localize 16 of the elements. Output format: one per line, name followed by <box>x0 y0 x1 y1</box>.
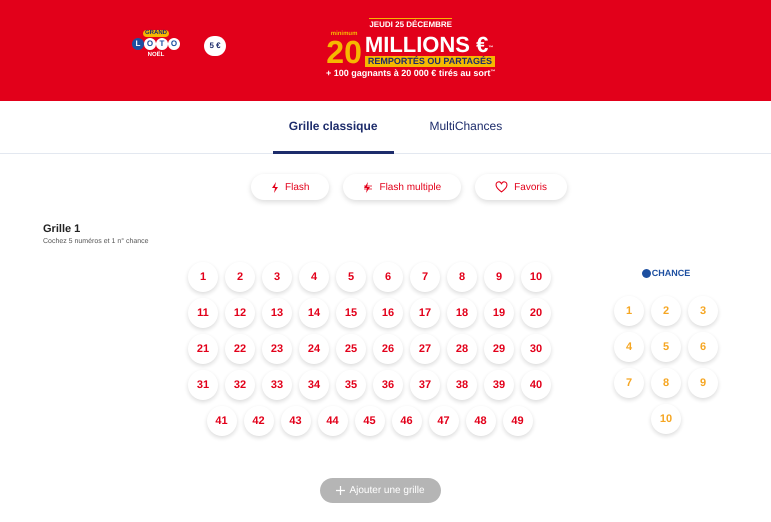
lightning-icon <box>363 182 374 192</box>
tab[interactable]: MultiChances <box>414 101 518 154</box>
jackpot-tagline: REMPORTÉS OU PARTAGÉS <box>364 56 496 66</box>
price-badge: 5 € <box>204 36 226 56</box>
action-button[interactable]: Flash <box>251 174 330 200</box>
jackpot-amount: 20 <box>326 36 362 66</box>
chance-logo: CHANCE <box>642 266 690 280</box>
grid-title: Grille 1 <box>43 222 82 236</box>
heart-icon <box>495 181 508 193</box>
action-button[interactable]: Favoris <box>475 174 567 200</box>
draw-date: JEUDI 25 DÉCEMBRE <box>369 18 452 28</box>
tab[interactable]: Grille classique <box>272 101 394 154</box>
bonus-text: + 100 gagnants à 20 000 € tirés au sort$^{™}$ <box>326 68 496 78</box>
action-button[interactable]: Flash multiple <box>343 174 462 200</box>
lightning-icon <box>271 182 280 192</box>
plus-icon <box>336 486 346 495</box>
